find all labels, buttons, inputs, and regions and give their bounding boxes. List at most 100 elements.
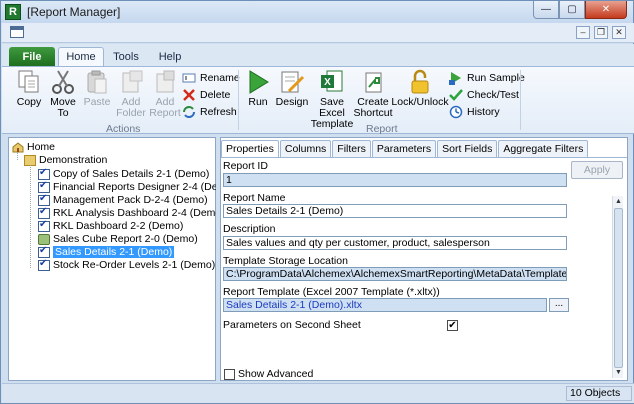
group-separator: [520, 70, 521, 130]
move-to-button[interactable]: Move To: [46, 69, 80, 119]
paste-label: Paste: [83, 96, 111, 108]
mdi-close-button[interactable]: ✕: [612, 26, 626, 39]
show-advanced-label: Show Advanced: [238, 368, 314, 380]
tree-item-report-selected[interactable]: Sales Details 2-1 (Demo): [38, 245, 175, 259]
check-test-label: Check/Test: [467, 89, 519, 101]
tree-item-report[interactable]: Copy of Sales Details 2-1 (Demo): [38, 167, 209, 181]
mdi-controls: – ❐ ✕: [576, 26, 626, 39]
tab-aggregate-filters[interactable]: Aggregate Filters: [498, 140, 589, 157]
svg-text:X: X: [324, 77, 331, 88]
scroll-thumb[interactable]: [614, 208, 623, 368]
report-name-field[interactable]: Sales Details 2-1 (Demo): [223, 204, 567, 218]
tab-file[interactable]: File: [9, 47, 55, 66]
cube-icon: [38, 233, 50, 245]
run-sample-button[interactable]: Run Sample: [449, 70, 525, 86]
refresh-label: Refresh: [200, 106, 237, 118]
app-logo-icon: R: [5, 4, 21, 20]
tree-item-report[interactable]: Stock Re-Order Levels 2-1 (Demo): [38, 258, 215, 272]
add-folder-button[interactable]: Add Folder: [114, 69, 148, 119]
tab-parameters[interactable]: Parameters: [371, 140, 437, 157]
copy-button[interactable]: Copy: [12, 69, 46, 108]
tab-columns[interactable]: Columns: [279, 140, 332, 157]
delete-label: Delete: [200, 89, 231, 101]
design-icon: [281, 71, 305, 93]
tab-filters[interactable]: Filters: [332, 140, 371, 157]
vertical-scrollbar[interactable]: ▲ ▼: [612, 196, 623, 378]
scroll-down-arrow-icon[interactable]: ▼: [614, 368, 623, 377]
maximize-button[interactable]: ▢: [559, 1, 585, 19]
actions-group-label: Actions: [106, 123, 141, 135]
history-button[interactable]: History: [449, 104, 500, 120]
run-button[interactable]: Run: [243, 69, 273, 108]
report-check-icon: [38, 193, 50, 206]
check-test-button[interactable]: Check/Test: [449, 87, 519, 103]
scroll-up-arrow-icon[interactable]: ▲: [614, 197, 623, 206]
tab-home[interactable]: Home: [58, 47, 104, 66]
rename-icon: [182, 73, 196, 83]
quick-access-bar: – ❐ ✕: [2, 23, 634, 43]
delete-icon: [183, 89, 195, 101]
report-template-label: Report Template (Excel 2007 Template (*.…: [223, 286, 440, 298]
status-bar: 10 Objects: [2, 383, 634, 403]
add-report-label-2: Report: [149, 107, 181, 119]
add-folder-icon: [122, 70, 143, 93]
template-location-label: Template Storage Location: [223, 255, 348, 267]
tree-item-report[interactable]: RKL Analysis Dashboard 2-4 (Demo): [38, 206, 225, 220]
tree-item-report[interactable]: RKL Dashboard 2-2 (Demo): [38, 219, 183, 233]
tree-item-report[interactable]: Management Pack D-2-4 (Demo): [38, 193, 208, 207]
save-excel-template-button[interactable]: X Save Excel Template: [309, 69, 355, 130]
browse-button[interactable]: ...: [549, 298, 569, 312]
tree-item-report[interactable]: Financial Reports Designer 2-4 (Demo): [38, 180, 236, 194]
mdi-restore-button[interactable]: ❐: [594, 26, 608, 39]
window-menu-icon[interactable]: [10, 26, 24, 38]
copy-label: Copy: [16, 96, 42, 108]
tab-help[interactable]: Help: [152, 47, 188, 66]
params-second-sheet-label: Parameters on Second Sheet: [223, 319, 361, 331]
template-location-field[interactable]: C:\ProgramData\Alchemex\AlchemexSmartRep…: [223, 267, 567, 281]
add-report-icon: [156, 70, 175, 93]
report-tree[interactable]: Home Demonstration Copy of Sales Details…: [8, 137, 236, 381]
group-separator: [238, 70, 239, 130]
paste-button[interactable]: Paste: [80, 69, 114, 108]
tree-item-label: Copy of Sales Details 2-1 (Demo): [53, 168, 210, 180]
lock-unlock-button[interactable]: Lock/Unlock: [391, 69, 449, 108]
tree-home-label: Home: [27, 141, 56, 153]
play-icon: [249, 70, 269, 94]
delete-button[interactable]: Delete: [182, 87, 230, 103]
checkmark-icon: [449, 89, 463, 101]
add-folder-label-2: Folder: [116, 107, 146, 119]
report-id-field[interactable]: 1: [223, 173, 567, 187]
history-label: History: [467, 106, 500, 118]
description-field[interactable]: Sales values and qty per customer, produ…: [223, 236, 567, 250]
report-template-field[interactable]: Sales Details 2-1 (Demo).xltx: [223, 298, 547, 312]
copy-icon: [18, 70, 39, 93]
design-button[interactable]: Design: [274, 69, 310, 108]
paste-icon: [87, 70, 107, 94]
move-to-label-2: To: [57, 107, 69, 119]
refresh-button[interactable]: Refresh: [182, 104, 237, 120]
tree-node-demonstration[interactable]: Demonstration: [24, 153, 107, 167]
lock-unlock-label: Lock/Unlock: [391, 96, 449, 108]
tab-sort-fields[interactable]: Sort Fields: [437, 140, 498, 157]
tab-properties[interactable]: Properties: [221, 140, 279, 158]
report-check-icon: [38, 167, 50, 180]
run-label: Run: [248, 96, 268, 108]
tree-item-label: Financial Reports Designer 2-4 (Demo): [53, 181, 236, 193]
params-second-sheet-checkbox[interactable]: ✔: [447, 320, 458, 331]
show-advanced-checkbox[interactable]: [224, 369, 235, 380]
ribbon: Copy Move To Paste Add Folder Add Report…: [2, 66, 634, 135]
minimize-button[interactable]: —: [533, 1, 559, 19]
report-id-label: Report ID: [223, 160, 268, 172]
report-check-icon: [38, 258, 50, 271]
rename-button[interactable]: Rename: [182, 70, 240, 86]
tree-item-label: Sales Details 2-1 (Demo): [53, 246, 175, 258]
add-report-button[interactable]: Add Report: [148, 69, 182, 119]
app-window: R [Report Manager] — ▢ ✕ – ❐ ✕ File Home…: [0, 0, 634, 404]
tab-tools[interactable]: Tools: [106, 47, 146, 66]
tree-node-home[interactable]: Home: [12, 140, 55, 154]
close-button[interactable]: ✕: [585, 1, 627, 19]
mdi-minimize-button[interactable]: –: [576, 26, 590, 39]
create-shortcut-button[interactable]: Create Shortcut: [353, 69, 393, 119]
tree-connector: [17, 152, 18, 160]
tree-item-report[interactable]: Sales Cube Report 2-0 (Demo): [38, 232, 198, 246]
